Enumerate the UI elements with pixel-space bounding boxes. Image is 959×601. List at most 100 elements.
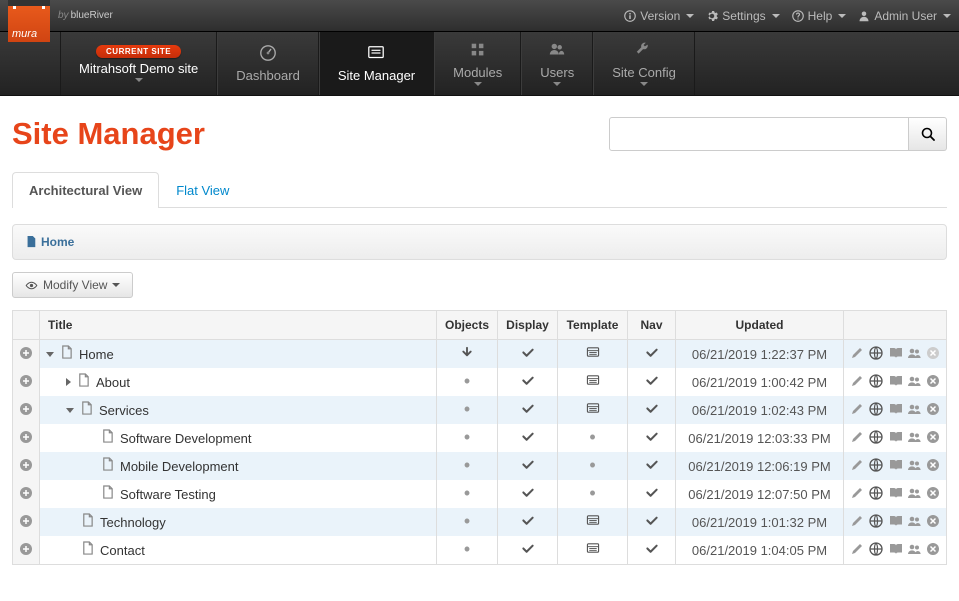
table-row: About • 06/21/2019 1:00:42 PM (13, 368, 947, 396)
nav-site-manager[interactable]: Site Manager (319, 32, 434, 95)
edit-button[interactable] (850, 486, 864, 503)
history-button[interactable] (888, 542, 902, 559)
tab-flat[interactable]: Flat View (159, 172, 246, 208)
add-child-button[interactable] (19, 488, 33, 503)
page-title-link[interactable]: Software Testing (120, 487, 216, 502)
delete-button[interactable] (926, 486, 940, 503)
page-title-link[interactable]: Contact (100, 543, 145, 558)
settings-menu[interactable]: Settings (706, 9, 779, 23)
add-child-button[interactable] (19, 404, 33, 419)
add-child-button[interactable] (19, 544, 33, 559)
delete-button[interactable] (926, 458, 940, 475)
preview-button[interactable] (869, 430, 883, 447)
page-title-link[interactable]: Mobile Development (120, 459, 239, 474)
page-icon (81, 541, 94, 559)
history-button[interactable] (888, 374, 902, 391)
edit-button[interactable] (850, 458, 864, 475)
collapse-icon[interactable] (46, 352, 54, 357)
preview-button[interactable] (869, 486, 883, 503)
mura-logo[interactable]: mura (8, 0, 50, 42)
col-updated: Updated (676, 311, 844, 340)
history-button[interactable] (888, 402, 902, 419)
dot-icon: • (464, 371, 470, 391)
page-title-link[interactable]: Technology (100, 515, 166, 530)
add-child-button[interactable] (19, 460, 33, 475)
list-icon (366, 44, 386, 65)
version-menu[interactable]: Version (624, 9, 694, 23)
delete-button[interactable] (926, 374, 940, 391)
preview-button[interactable] (869, 402, 883, 419)
nav-dashboard[interactable]: Dashboard (217, 32, 319, 95)
main-content: Site Manager Architectural View Flat Vie… (0, 96, 959, 585)
history-button[interactable] (888, 514, 902, 531)
add-child-button[interactable] (19, 376, 33, 391)
permissions-button[interactable] (907, 374, 921, 391)
permissions-button[interactable] (907, 542, 921, 559)
modify-view-label: Modify View (43, 278, 107, 292)
modules-icon (468, 41, 488, 62)
add-child-button[interactable] (19, 348, 33, 363)
current-site-badge: CURRENT SITE (96, 45, 181, 58)
history-button[interactable] (888, 430, 902, 447)
preview-button[interactable] (869, 374, 883, 391)
permissions-button[interactable] (907, 346, 921, 363)
template-icon (586, 403, 600, 418)
arrow-down-icon[interactable] (460, 347, 474, 362)
add-child-button[interactable] (19, 516, 33, 531)
dot-icon: • (464, 427, 470, 447)
page-icon (81, 513, 94, 531)
expand-icon[interactable] (66, 378, 71, 386)
page-title-link[interactable]: Services (99, 403, 149, 418)
delete-button[interactable] (926, 430, 940, 447)
permissions-button[interactable] (907, 486, 921, 503)
edit-button[interactable] (850, 402, 864, 419)
modify-view-button[interactable]: Modify View (12, 272, 133, 298)
delete-button[interactable] (926, 542, 940, 559)
page-title-link[interactable]: Software Development (120, 431, 252, 446)
search-group (609, 117, 947, 151)
delete-button[interactable] (926, 402, 940, 419)
table-row: Mobile Development • • 06/21/2019 12:06:… (13, 452, 947, 480)
brand-link[interactable]: blueRiver (71, 10, 113, 21)
search-button[interactable] (909, 117, 947, 151)
caret-icon (943, 14, 951, 18)
permissions-button[interactable] (907, 458, 921, 475)
history-button[interactable] (888, 346, 902, 363)
edit-button[interactable] (850, 430, 864, 447)
edit-button[interactable] (850, 346, 864, 363)
permissions-button[interactable] (907, 402, 921, 419)
pages-table: Title Objects Display Template Nav Updat… (12, 310, 947, 565)
breadcrumb-home[interactable]: Home (41, 235, 74, 249)
add-child-button[interactable] (19, 432, 33, 447)
history-button[interactable] (888, 486, 902, 503)
page-icon (80, 401, 93, 419)
search-input[interactable] (609, 117, 909, 151)
preview-button[interactable] (869, 542, 883, 559)
nav-modules[interactable]: Modules (434, 32, 521, 95)
permissions-button[interactable] (907, 430, 921, 447)
history-button[interactable] (888, 458, 902, 475)
nav-users[interactable]: Users (521, 32, 593, 95)
preview-button[interactable] (869, 514, 883, 531)
collapse-icon[interactable] (66, 408, 74, 413)
page-title-link[interactable]: Home (79, 347, 114, 362)
edit-button[interactable] (850, 374, 864, 391)
preview-button[interactable] (869, 458, 883, 475)
dot-icon: • (589, 455, 595, 475)
updated-cell: 06/21/2019 1:04:05 PM (676, 536, 844, 565)
nav-site-config[interactable]: Site Config (593, 32, 695, 95)
updated-cell: 06/21/2019 1:01:32 PM (676, 508, 844, 536)
permissions-button[interactable] (907, 514, 921, 531)
current-site-switcher[interactable]: CURRENT SITE Mitrahsoft Demo site (60, 32, 217, 95)
edit-button[interactable] (850, 514, 864, 531)
delete-button[interactable] (926, 514, 940, 531)
page-title-link[interactable]: About (96, 375, 130, 390)
tab-architectural[interactable]: Architectural View (12, 172, 159, 208)
user-menu[interactable]: Admin User (858, 9, 951, 23)
check-icon (645, 347, 659, 362)
help-menu[interactable]: Help (792, 9, 847, 23)
check-icon (645, 543, 659, 558)
edit-button[interactable] (850, 542, 864, 559)
table-row: Software Testing • • 06/21/2019 12:07:50… (13, 480, 947, 508)
preview-button[interactable] (869, 346, 883, 363)
